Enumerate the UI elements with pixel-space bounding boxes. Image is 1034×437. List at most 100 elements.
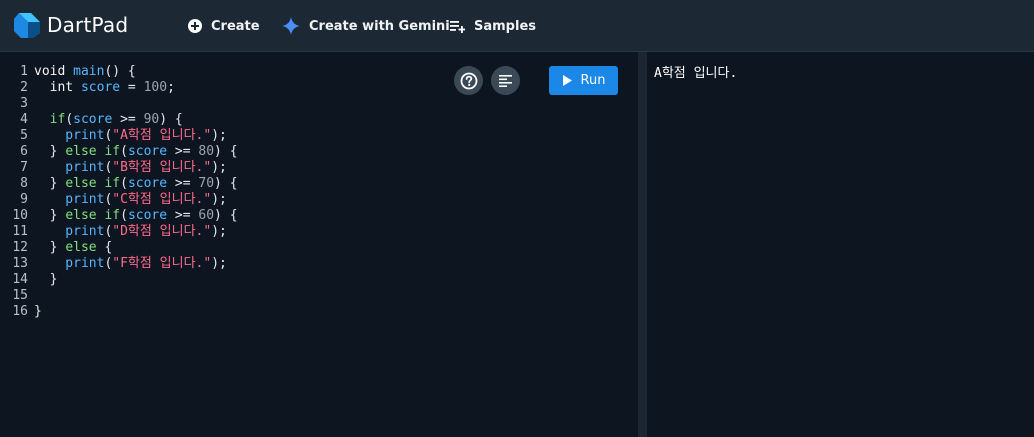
code-token: score <box>127 208 168 223</box>
code-line[interactable]: 9 print("C학점 입니다."); <box>0 192 238 208</box>
code-token: 70 <box>198 176 215 191</box>
line-number: 3 <box>20 96 28 111</box>
code-token: score <box>80 80 121 95</box>
code-token: >= <box>167 208 199 223</box>
code-token: } <box>34 272 58 287</box>
code-token: "A학점 입니다." <box>112 128 212 143</box>
code-line[interactable]: 2 int score = 100; <box>0 80 238 96</box>
code-token: int <box>34 80 81 95</box>
code-token: ) { <box>214 176 238 191</box>
code-token: main <box>73 64 105 79</box>
code-token: print <box>34 224 105 239</box>
code-token: } <box>34 208 66 223</box>
code-token: "C학점 입니다." <box>112 192 212 207</box>
code-token: } <box>34 144 66 159</box>
code-line[interactable]: 8 } else if(score >= 70) { <box>0 176 238 192</box>
code-token: "B학점 입니다." <box>112 160 212 175</box>
code-text: print("D학점 입니다."); <box>28 224 227 240</box>
code-token: ( <box>120 176 128 191</box>
help-button[interactable] <box>454 66 483 95</box>
code-text: } <box>28 272 58 288</box>
code-token: 60 <box>198 208 215 223</box>
code-line[interactable]: 1 void main() { <box>0 64 238 80</box>
run-button[interactable]: Run <box>549 66 618 95</box>
code-token: "D학점 입니다." <box>112 224 212 239</box>
code-token: ; <box>167 80 175 95</box>
code-line[interactable]: 5 print("A학점 입니다."); <box>0 128 238 144</box>
create-label: Create <box>211 18 260 34</box>
panel-splitter[interactable] <box>638 52 647 437</box>
console-output: A학점 입니다. <box>647 52 1034 437</box>
code-text: if(score >= 90) { <box>28 112 183 128</box>
line-number: 5 <box>20 128 28 143</box>
line-number: 4 <box>20 112 28 127</box>
line-number: 2 <box>20 80 28 95</box>
code-token: ( <box>120 144 128 159</box>
line-number: 12 <box>12 240 28 255</box>
format-button[interactable] <box>491 66 520 95</box>
code-token: ( <box>120 208 128 223</box>
line-number: 10 <box>12 208 28 223</box>
code-token: print <box>34 160 105 175</box>
code-token: >= <box>167 176 199 191</box>
code-token: ); <box>211 192 227 207</box>
create-with-gemini-button[interactable]: Create with Gemini <box>282 15 450 37</box>
code-line[interactable]: 11 print("D학점 입니다."); <box>0 224 238 240</box>
code-text: void main() { <box>28 64 136 80</box>
code-text: } else if(score >= 70) { <box>28 176 238 192</box>
sparkle-icon <box>282 17 300 35</box>
code-token: ); <box>211 256 227 271</box>
line-number: 15 <box>12 288 28 303</box>
code-line[interactable]: 14 } <box>0 272 238 288</box>
code-token: 80 <box>198 144 215 159</box>
play-icon <box>562 75 572 86</box>
line-number: 7 <box>20 160 28 175</box>
samples-button[interactable]: Samples <box>450 15 536 37</box>
line-number: 14 <box>12 272 28 287</box>
code-text: } else { <box>28 240 113 256</box>
code-token: else if <box>65 208 121 223</box>
code-token: ( <box>65 112 74 127</box>
code-line[interactable]: 13 print("F학점 입니다."); <box>0 256 238 272</box>
code-lines[interactable]: 1 void main() {2 int score = 100; 3 4 if(sc… <box>0 64 238 320</box>
code-editor[interactable]: 1 void main() {2 int score = 100; 3 4 if(sc… <box>0 52 638 437</box>
code-line[interactable]: 15 <box>0 288 238 304</box>
output-text: A학점 입니다. <box>654 66 738 81</box>
code-token: } <box>34 304 42 319</box>
code-line[interactable]: 12 } else { <box>0 240 238 256</box>
code-token: print <box>34 128 105 143</box>
code-token: if <box>34 112 66 127</box>
plus-circle-icon <box>188 19 202 33</box>
code-token: score <box>127 144 168 159</box>
line-number: 9 <box>20 192 28 207</box>
code-token: ) { <box>214 208 238 223</box>
code-line[interactable]: 16} <box>0 304 238 320</box>
code-token: ); <box>211 128 227 143</box>
code-line[interactable]: 10 } else if(score >= 60) { <box>0 208 238 224</box>
code-line[interactable]: 4 if(score >= 90) { <box>0 112 238 128</box>
line-number: 13 <box>12 256 28 271</box>
code-text: } else if(score >= 60) { <box>28 208 238 224</box>
code-text: } else if(score >= 80) { <box>28 144 238 160</box>
code-token: print <box>34 256 105 271</box>
code-token: "F학점 입니다." <box>112 256 212 271</box>
create-with-gemini-label: Create with Gemini <box>309 18 450 34</box>
code-token: 90 <box>143 112 160 127</box>
line-number: 16 <box>12 304 28 319</box>
code-text: print("F학점 입니다."); <box>28 256 227 272</box>
code-line[interactable]: 7 print("B학점 입니다."); <box>0 160 238 176</box>
code-token: = <box>120 80 144 95</box>
code-text: print("A학점 입니다."); <box>28 128 227 144</box>
code-token: else if <box>65 176 121 191</box>
help-icon <box>460 72 477 89</box>
code-token: () { <box>104 64 136 79</box>
create-button[interactable]: Create <box>188 15 260 37</box>
code-line[interactable]: 3 <box>0 96 238 112</box>
code-text: print("B학점 입니다."); <box>28 160 227 176</box>
playlist-add-icon <box>450 20 465 33</box>
line-number: 8 <box>20 176 28 191</box>
format-align-icon <box>499 74 512 87</box>
code-line[interactable]: 6 } else if(score >= 80) { <box>0 144 238 160</box>
